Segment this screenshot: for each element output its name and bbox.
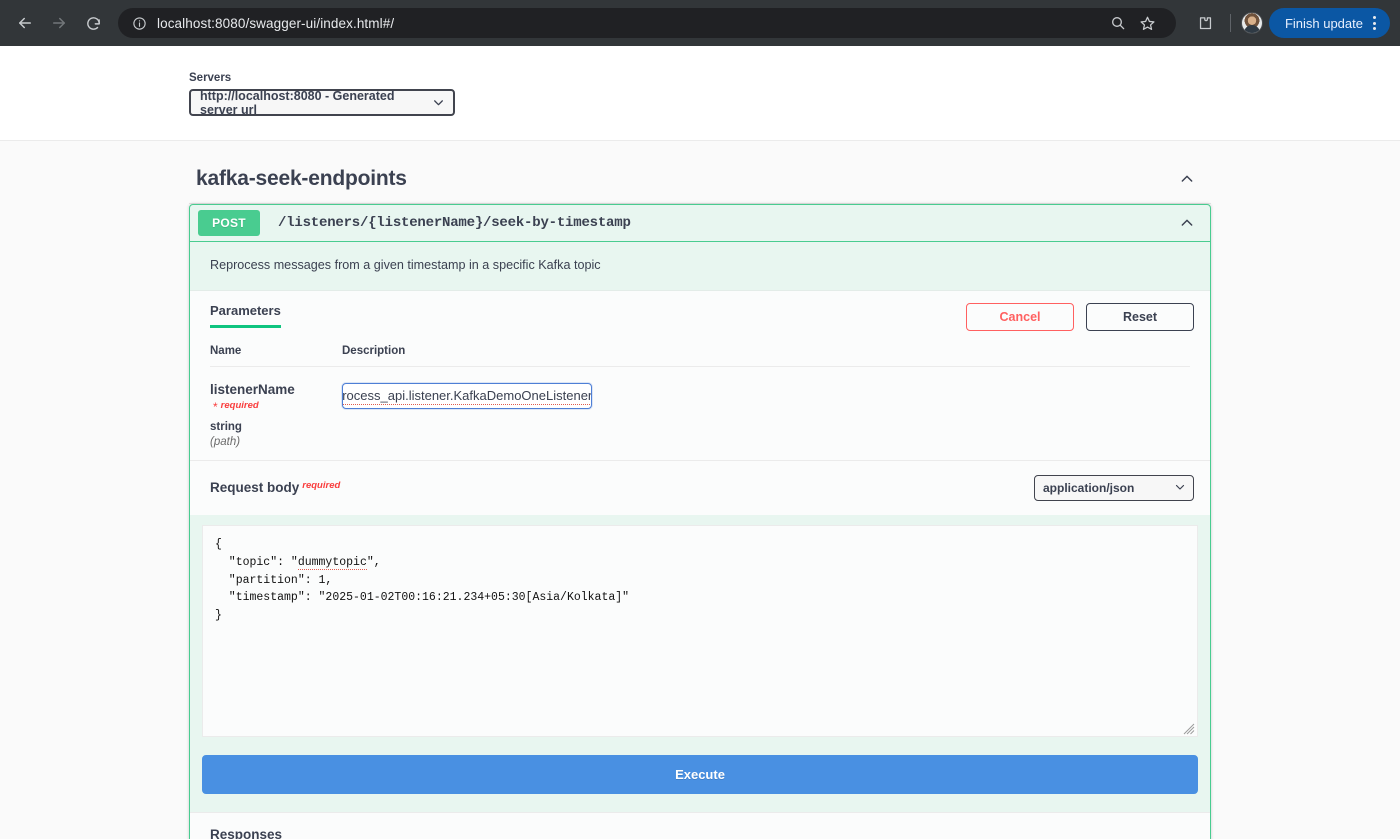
tab-parameters[interactable]: Parameters: [210, 303, 281, 328]
request-body-area: { "topic": "dummytopic", "partition": 1,…: [190, 515, 1210, 751]
cancel-button[interactable]: Cancel: [966, 303, 1074, 331]
parameter-input-cell: process_api.listener.KafkaDemoOneListene…: [342, 381, 1190, 448]
responses-header: Responses: [190, 812, 1210, 839]
servers-label: Servers: [189, 72, 232, 84]
star-icon[interactable]: [1134, 9, 1162, 37]
server-select[interactable]: http://localhost:8080 - Generated server…: [189, 88, 455, 117]
required-star: *: [213, 400, 218, 414]
parameter-name: listenerName: [210, 382, 295, 397]
tag-header[interactable]: kafka-seek-endpoints: [189, 141, 1211, 204]
parameter-name-cell: listenerName * required string (path): [210, 381, 342, 448]
request-body-label: Request body: [210, 480, 300, 495]
request-body-label-group: Request body required: [210, 479, 340, 497]
execute-area: Execute: [190, 751, 1210, 812]
chrome-right-actions: Finish update: [1188, 8, 1390, 38]
api-content: kafka-seek-endpoints POST /listeners/{li…: [170, 141, 1230, 839]
request-body-editor[interactable]: { "topic": "dummytopic", "partition": 1,…: [202, 525, 1198, 737]
chevron-down-icon: [1174, 481, 1186, 496]
operation-tab-bar: Parameters Cancel Reset: [190, 290, 1210, 339]
address-bar[interactable]: localhost:8080/swagger-ui/index.html#/: [118, 8, 1176, 38]
table-row: listenerName * required string (path) proc…: [210, 367, 1190, 460]
finish-update-label: Finish update: [1284, 15, 1363, 31]
toolbar-divider: [1229, 14, 1231, 32]
info-circle-icon[interactable]: [132, 16, 147, 31]
browser-toolbar: localhost:8080/swagger-ui/index.html#/ F…: [0, 0, 1400, 46]
forward-button[interactable]: [44, 8, 74, 38]
listener-name-input[interactable]: process_api.listener.KafkaDemoOneListene…: [342, 383, 592, 409]
request-body-bar: Request body required application/json: [190, 460, 1210, 515]
json-partition-line: "partition": 1,: [215, 573, 333, 587]
parameter-location: (path): [210, 436, 241, 448]
endpoint-path: /listeners/{listenerName}/seek-by-timest…: [278, 215, 631, 231]
resize-grip-icon[interactable]: [1183, 722, 1195, 735]
operation-description: Reprocess messages from a given timestam…: [190, 242, 1210, 290]
page-title: kafka-seek-endpoints: [196, 167, 407, 190]
chevron-up-icon[interactable]: [1179, 215, 1198, 231]
json-timestamp-line: "timestamp": "2025-01-02T00:16:21.234+05…: [215, 591, 630, 605]
servers-section: Servers http://localhost:8080 - Generate…: [0, 46, 1400, 141]
swagger-page: Servers http://localhost:8080 - Generate…: [0, 46, 1400, 839]
back-button[interactable]: [10, 8, 40, 38]
reset-button[interactable]: Reset: [1086, 303, 1194, 331]
reload-button[interactable]: [78, 8, 108, 38]
parameter-type: string: [210, 421, 242, 433]
chevron-up-icon[interactable]: [1179, 171, 1211, 187]
search-icon[interactable]: [1104, 9, 1132, 37]
server-select-value: http://localhost:8080 - Generated server…: [200, 88, 395, 117]
json-line-close: }: [215, 609, 222, 623]
operation-body: Reprocess messages from a given timestam…: [190, 242, 1210, 839]
three-dot-menu-icon[interactable]: [1373, 16, 1376, 30]
request-body-json: { "topic": "dummytopic", "partition": 1,…: [215, 536, 1185, 625]
operation-summary[interactable]: POST /listeners/{listenerName}/seek-by-t…: [190, 205, 1210, 242]
parameters-table-header: Name Description: [210, 339, 1190, 367]
chevron-down-icon: [432, 96, 445, 109]
json-topic-key: "topic": ": [215, 555, 298, 569]
listener-name-value: process_api.listener.KafkaDemoOneListene…: [343, 388, 591, 405]
profile-avatar[interactable]: [1240, 12, 1263, 34]
json-topic-tail: ",: [366, 555, 381, 569]
required-label: required: [220, 400, 259, 411]
finish-update-button[interactable]: Finish update: [1268, 8, 1390, 38]
execute-button[interactable]: Execute: [202, 755, 1198, 794]
media-type-select[interactable]: application/json: [1034, 475, 1194, 501]
column-header-description: Description: [342, 345, 406, 357]
url-text: localhost:8080/swagger-ui/index.html#/: [157, 15, 395, 31]
operation-actions: Cancel Reset: [966, 303, 1194, 339]
operation-block: POST /listeners/{listenerName}/seek-by-t…: [189, 204, 1211, 839]
json-line-open: {: [215, 538, 222, 551]
http-method-badge: POST: [198, 210, 260, 236]
column-header-name: Name: [210, 345, 242, 357]
extensions-puzzle-icon[interactable]: [1192, 9, 1220, 37]
parameters-table: Name Description listenerName * required s…: [190, 339, 1210, 460]
json-topic-value: dummytopic: [297, 555, 367, 570]
request-body-required-label: required: [302, 480, 341, 491]
media-type-value: application/json: [1043, 481, 1135, 495]
